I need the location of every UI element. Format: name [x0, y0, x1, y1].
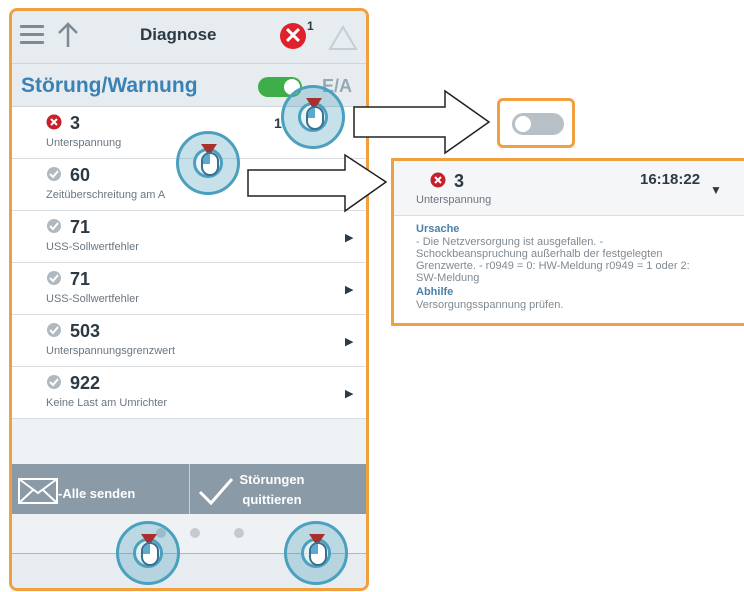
- cause-text-2: Schockbeanspruchung außerhalb der festge…: [416, 248, 663, 260]
- fault-detail-card: 3 Unterspannung 16:18:22 ▼ Ursache - Die…: [391, 158, 744, 326]
- fault-warning-toggle-off[interactable]: [512, 113, 564, 135]
- cause-text-1: - Die Netzversorgung ist ausgefallen. -: [416, 236, 604, 248]
- toggle-callout: [497, 98, 575, 148]
- detail-header[interactable]: 3 Unterspannung 16:18:22 ▼: [394, 161, 744, 216]
- cause-label: Ursache: [416, 223, 460, 235]
- chevron-down-icon[interactable]: ▼: [710, 183, 722, 197]
- remedy-label: Abhilfe: [416, 286, 454, 298]
- arrow-right-icon: [247, 153, 388, 213]
- error-icon: [430, 172, 446, 188]
- detail-description: Unterspannung: [416, 194, 492, 206]
- detail-time: 16:18:22: [640, 171, 701, 188]
- detail-number: 3: [454, 171, 465, 191]
- remedy-text: Versorgungsspannung prüfen.: [416, 299, 564, 311]
- arrow-right-icon: [353, 89, 491, 155]
- cause-text-3: Grenzwerte. - r0949 = 0: HW-Meldung r094…: [416, 260, 690, 272]
- cause-section: Ursache: [416, 223, 459, 235]
- remedy-section: Abhilfe: [416, 286, 453, 298]
- cause-text-4: SW-Meldung: [416, 272, 480, 284]
